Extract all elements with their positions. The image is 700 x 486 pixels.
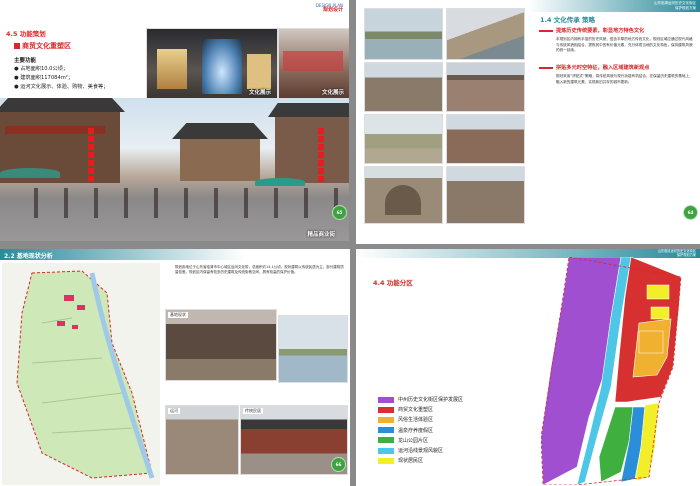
- legend-item: 现状居民区: [378, 456, 463, 466]
- legend-item: 中州历史文化街区保护发展区: [378, 395, 463, 405]
- slide-function-planning: DESIGN PLAN 规划设计 4.5 功能策划 商贸文化重塑区 主要功能 ●…: [0, 0, 349, 241]
- header-tag: DESIGN PLAN 规划设计: [316, 3, 343, 13]
- umbrella: [0, 168, 60, 178]
- display-panel: [157, 49, 187, 89]
- house-front-photo: [446, 166, 525, 224]
- slide-cultural-strategy: 山东临清运河历史文化街区 保护规划方案 1.4 文化传承 策略 提炼历史传统要素…: [356, 0, 700, 244]
- point1-title: 提炼历史传统要素，彰显地方特色文化: [556, 28, 645, 34]
- point2-title: 拼贴多元时空特征，融入区域建筑新观点: [556, 65, 650, 71]
- point1-text: 本规划区内拥有丰富的历史风貌，蕴含丰厚的地方传统文化，规划区域应通过现代风格与传…: [556, 37, 693, 52]
- legend-item: 风俗生活体验区: [378, 415, 463, 425]
- courtyard-gate-photo: [446, 62, 525, 112]
- legend-item: 商贸文化重塑区: [378, 405, 463, 415]
- village-photo: [446, 114, 525, 164]
- section-title: 1.4 文化传承 策略: [540, 16, 596, 24]
- legend-swatch: [378, 427, 394, 434]
- site-map: [2, 263, 160, 485]
- canal-bank-photo: [446, 8, 525, 60]
- legend-swatch: [378, 447, 394, 454]
- display-screen: [202, 39, 242, 94]
- photo-caption: 文化展示: [321, 90, 344, 96]
- site-map-drawing: [16, 270, 155, 479]
- exhibition-photo-2: 文化展示: [278, 28, 349, 100]
- site-photo-3: 运河: [165, 405, 239, 475]
- umbrella: [255, 178, 305, 186]
- exhibit-wall: [283, 51, 343, 71]
- point-marker: [539, 67, 553, 69]
- center-building: [180, 136, 260, 181]
- point2-text: 规划采用“拼贴式”策略，将传统风貌与现代功能有机结合，在保留历史建筑的基础上，融…: [556, 74, 693, 84]
- point-marker: [539, 30, 553, 32]
- bullet-item: ● 占地面积10.0公顷；: [14, 66, 69, 72]
- legend-swatch: [378, 406, 394, 413]
- intro-text: 规划用地位于山东省临清市中心城区运河文化带，总面积约14.1公顷。现状建筑以传统…: [175, 265, 344, 275]
- legend-swatch: [378, 457, 394, 464]
- section-title: 4.5 功能策划: [6, 30, 46, 38]
- photo-label: 运河: [168, 408, 180, 414]
- photo-caption: 文化展示: [248, 90, 271, 96]
- lantern-string: [88, 128, 94, 183]
- slide-site-analysis: 2.2 基地现状分析 规划用地位于山东省临清市中心城区运河文化带，总面积约14.…: [0, 249, 350, 486]
- photo-caption: 精品商业街: [307, 232, 335, 238]
- photo-label: 传统民居: [243, 408, 263, 414]
- bullet-square-icon: [14, 43, 20, 49]
- arch-shape: [385, 185, 421, 215]
- center-roof: [172, 123, 268, 139]
- page-number-badge: 65: [332, 205, 347, 220]
- bullet-item: ● 运河文化展示、体验、购物、美食等；: [14, 84, 109, 90]
- header-line: 山东临清运河历史文化街区: [654, 1, 696, 5]
- legend-swatch: [378, 437, 394, 444]
- zone-residential: [646, 284, 670, 300]
- bullet-item: ● 建筑面积117084m²；: [14, 75, 74, 81]
- lane-photo: [364, 114, 443, 164]
- exhibition-photo-1: 文化展示: [146, 28, 278, 100]
- left-roof: [0, 98, 125, 112]
- slide-functional-zoning: 山东临清运河历史文化街区 保护规划方案 4.4 功能分区 中州历史文化街区保护发…: [356, 249, 700, 486]
- site-photo-1: 基地现状: [165, 309, 277, 381]
- legend-swatch: [378, 396, 394, 403]
- header-line: 保护规划方案: [675, 5, 696, 10]
- zone-residential: [650, 306, 670, 320]
- legend-item: 龙山公园片区: [378, 436, 463, 446]
- site-photo-2: [278, 315, 348, 383]
- commercial-street-rendering: 精品商业街: [0, 98, 349, 241]
- display-panel: [247, 54, 271, 89]
- arched-wall-photo: [364, 166, 443, 224]
- zone-folk-life: [638, 330, 664, 354]
- main-function-label: 主要功能: [14, 58, 37, 64]
- page-number-badge: 64: [683, 205, 698, 220]
- page-number-badge: 66: [331, 457, 346, 472]
- photo-label: 基地现状: [168, 312, 188, 318]
- right-roof: [268, 103, 349, 117]
- zone-legend: 中州历史文化街区保护发展区 商贸文化重塑区 风俗生活体验区 温泉疗养度假区 龙山…: [378, 395, 463, 466]
- zoning-map: [541, 257, 682, 485]
- legend-item: 温泉疗养度假区: [378, 426, 463, 436]
- section-title: 4.4 功能分区: [373, 279, 413, 287]
- subsection-title: 商贸文化重塑区: [14, 41, 71, 51]
- section-title: 2.2 基地现状分析: [4, 253, 53, 260]
- legend-swatch: [378, 416, 394, 423]
- old-house-photo: [364, 62, 443, 112]
- subsection-label: 商贸文化重塑区: [22, 42, 71, 50]
- bullet-list: ● 占地面积10.0公顷； ● 建筑面积117084m²； ● 运河文化展示、体…: [14, 65, 108, 92]
- right-building: [275, 113, 349, 183]
- header-tag-cn: 规划设计: [322, 7, 343, 13]
- legend-item: 运河沿线景观风貌区: [378, 446, 463, 456]
- lantern-string: [318, 128, 324, 183]
- pedestrians: [20, 188, 340, 218]
- header-project-name: 山东临清运河历史文化街区 保护规划方案: [654, 1, 696, 10]
- canal-photo: [364, 8, 443, 60]
